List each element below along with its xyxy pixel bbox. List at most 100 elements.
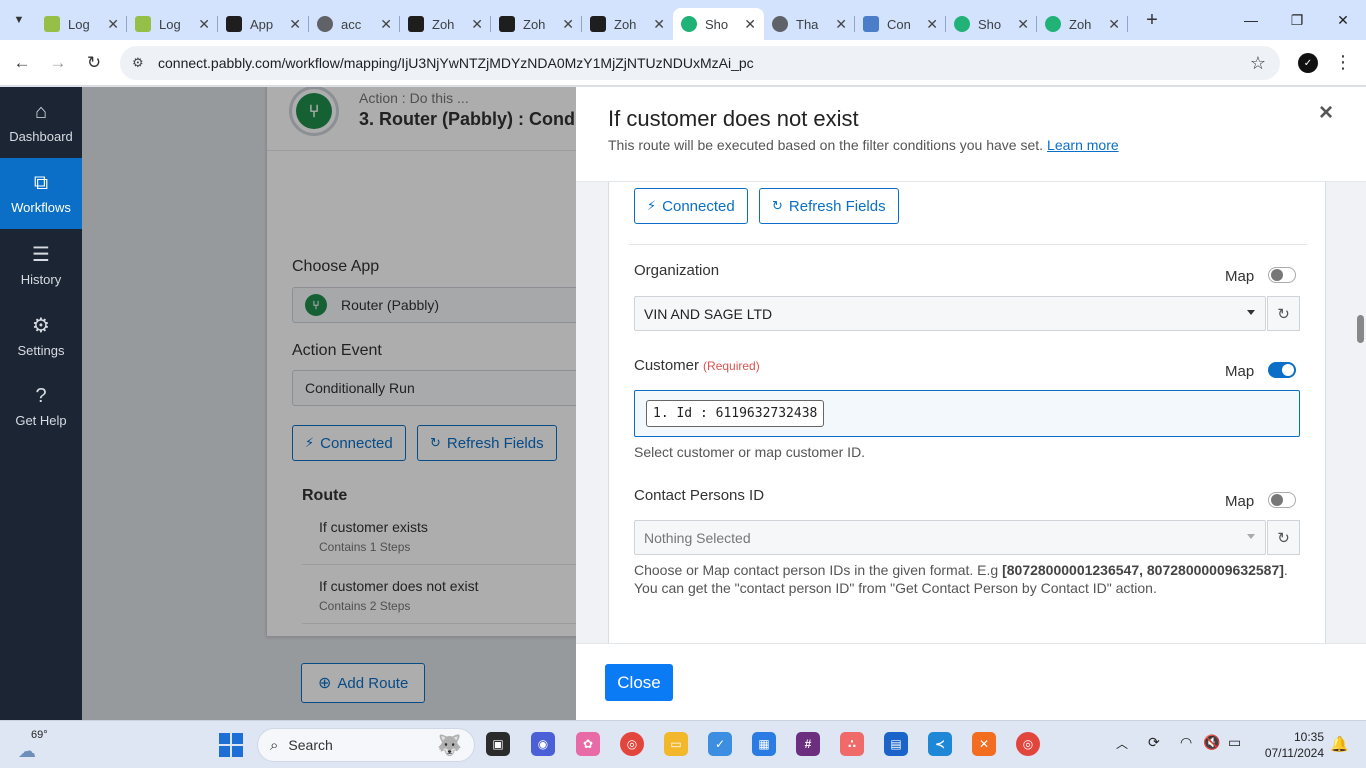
meet-icon[interactable]: ◉	[531, 732, 555, 756]
browser-tab[interactable]: Sho ✕	[946, 8, 1037, 40]
browser-tab[interactable]: Log ✕	[127, 8, 218, 40]
weather-widget[interactable]: 69° ☁	[18, 729, 58, 761]
todo-icon[interactable]: ✓	[708, 732, 732, 756]
app-sidebar: ⌂ Dashboard ⧉ Workflows ☰ History ⚙ Sett…	[0, 87, 82, 720]
browser-menu-icon[interactable]: ⋮	[1334, 52, 1352, 73]
modal-close-icon[interactable]: ×	[1319, 99, 1333, 127]
task-view-icon[interactable]: ▣	[486, 732, 510, 756]
organization-map-toggle[interactable]	[1268, 267, 1296, 283]
file-explorer-icon[interactable]: ▭	[664, 732, 688, 756]
sync-icon[interactable]: ⟳	[1148, 734, 1160, 751]
contact-persons-help-text: Choose or Map contact person IDs in the …	[634, 561, 1304, 597]
customer-id-chip[interactable]: 1. Id : 6119632732438	[646, 400, 825, 427]
browser-toolbar: ← → ↻ ⚙ connect.pabbly.com/workflow/mapp…	[0, 40, 1366, 86]
copilot-icon[interactable]: ✿	[576, 732, 600, 756]
site-info-icon[interactable]: ⚙	[132, 55, 158, 71]
back-button[interactable]: ←	[4, 45, 40, 81]
tab-close-icon[interactable]: ✕	[926, 16, 938, 33]
list-icon: ☰	[32, 244, 50, 266]
minimize-button[interactable]: —	[1228, 0, 1274, 40]
tab-close-icon[interactable]: ✕	[653, 16, 665, 33]
organization-select[interactable]: VIN AND SAGE LTD	[634, 296, 1266, 331]
tab-close-icon[interactable]: ✕	[562, 16, 574, 33]
contact-persons-map-label: Map	[1225, 493, 1255, 510]
slack-icon[interactable]: #	[796, 732, 820, 756]
xampp-icon[interactable]: ✕	[972, 732, 996, 756]
contact-persons-map-toggle[interactable]	[1268, 492, 1296, 508]
sidebar-item-settings[interactable]: ⚙ Settings	[0, 300, 82, 371]
learn-more-link[interactable]: Learn more	[1047, 137, 1119, 153]
close-button[interactable]: Close	[605, 664, 673, 701]
sidebar-item-workflows[interactable]: ⧉ Workflows	[0, 158, 82, 229]
start-button[interactable]	[219, 733, 243, 757]
sidebar-item-dashboard[interactable]: ⌂ Dashboard	[0, 87, 82, 158]
calendar-icon[interactable]: ▦	[752, 732, 776, 756]
chrome-icon[interactable]: ◎	[620, 732, 644, 756]
tab-search-menu-button[interactable]: ▼	[6, 7, 32, 33]
browser-tab-label: Tha	[796, 16, 819, 32]
tab-close-icon[interactable]: ✕	[471, 16, 483, 33]
customer-map-toggle[interactable]	[1268, 362, 1296, 378]
cloud-icon: ☁	[18, 741, 36, 761]
browser-tab-label: Log	[68, 16, 90, 32]
tab-close-icon[interactable]: ✕	[380, 16, 392, 33]
shopify-dark-favicon-icon	[408, 16, 424, 32]
modal-scrollbar-thumb[interactable]	[1357, 315, 1364, 343]
window-close-button[interactable]: ✕	[1320, 0, 1366, 40]
sidebar-item-history[interactable]: ☰ History	[0, 229, 82, 300]
profile-avatar[interactable]: ✓	[1298, 53, 1318, 73]
pabbly-favicon-icon	[954, 16, 970, 32]
tab-close-icon[interactable]: ✕	[107, 16, 119, 33]
browser-tab[interactable]: Log ✕	[36, 8, 127, 40]
browser-tab[interactable]: Con ✕	[855, 8, 946, 40]
taskbar-search[interactable]: ⌕ Search 🐺	[257, 728, 475, 762]
volume-muted-icon[interactable]: 🔇	[1203, 734, 1220, 751]
customer-mapped-input[interactable]: 1. Id : 6119632732438	[634, 390, 1300, 437]
tab-close-icon[interactable]: ✕	[1017, 16, 1029, 33]
battery-icon[interactable]: ▭	[1228, 734, 1241, 751]
connected-button[interactable]: ⚡ Connected	[634, 188, 748, 224]
refresh-fields-button[interactable]: ↻ Refresh Fields	[759, 188, 899, 224]
bookmark-star-icon[interactable]: ☆	[1250, 53, 1266, 74]
browser-tab[interactable]: Zoh ✕	[582, 8, 673, 40]
tab-close-icon[interactable]: ✕	[1108, 16, 1120, 33]
clock[interactable]: 10:35 07/11/2024	[1262, 729, 1324, 761]
reload-button[interactable]: ↻	[76, 45, 112, 81]
browser-tab[interactable]: Zoh ✕	[491, 8, 582, 40]
browser-tab[interactable]: Tha ✕	[764, 8, 855, 40]
notification-bell-icon[interactable]: 🔔	[1330, 735, 1349, 753]
sidebar-item-get-help[interactable]: ? Get Help	[0, 371, 82, 442]
browser-tab[interactable]: Zoh ✕	[400, 8, 491, 40]
screen-app-icon[interactable]: ▤	[884, 732, 908, 756]
caret-down-icon	[1247, 310, 1255, 315]
contact-persons-select[interactable]: Nothing Selected	[634, 520, 1266, 555]
browser-tab[interactable]: App ✕	[218, 8, 309, 40]
organization-refresh-button[interactable]: ↻	[1267, 296, 1300, 331]
asana-icon[interactable]: ∴	[840, 732, 864, 756]
address-bar[interactable]: ⚙ connect.pabbly.com/workflow/mapping/Ij…	[120, 46, 1280, 80]
tab-close-icon[interactable]: ✕	[835, 16, 847, 33]
modal-backdrop[interactable]	[82, 87, 576, 720]
modal-footer: Close	[576, 643, 1366, 720]
chrome-profile-icon[interactable]: ◎	[1016, 732, 1040, 756]
refresh-fields-label: Refresh Fields	[788, 197, 886, 215]
new-tab-button[interactable]: +	[1138, 6, 1166, 34]
arrow-left-icon: ←	[13, 52, 31, 72]
modal-title: If customer does not exist	[608, 106, 859, 131]
tab-close-icon[interactable]: ✕	[289, 16, 301, 33]
restore-button[interactable]: ❐	[1274, 0, 1320, 40]
tray-overflow-icon[interactable]: ︿	[1116, 735, 1128, 752]
wifi-icon[interactable]: ◠	[1180, 734, 1192, 751]
url-text[interactable]: connect.pabbly.com/workflow/mapping/IjU3…	[158, 55, 754, 71]
contact-persons-refresh-button[interactable]: ↻	[1267, 520, 1300, 555]
browser-tab[interactable]: Zoh ✕	[1037, 8, 1128, 40]
refresh-icon: ↻	[772, 198, 783, 213]
customer-map-label: Map	[1225, 363, 1255, 380]
browser-tab[interactable]: Sho ✕	[673, 8, 764, 40]
vscode-icon[interactable]: ≺	[928, 732, 952, 756]
forward-button[interactable]: →	[40, 45, 76, 81]
tab-close-icon[interactable]: ✕	[198, 16, 210, 33]
tab-close-icon[interactable]: ✕	[744, 16, 756, 33]
browser-tab[interactable]: acc ✕	[309, 8, 400, 40]
action-settings-card: ⚡ Connected ↻ Refresh Fields Organizatio…	[608, 182, 1326, 643]
